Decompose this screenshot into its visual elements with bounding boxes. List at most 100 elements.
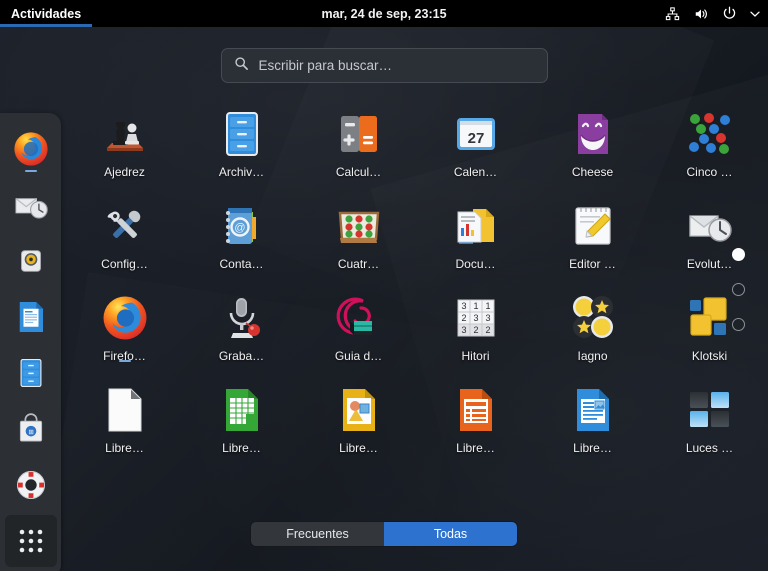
app-item[interactable]: Graba… [192,292,292,384]
clock-button[interactable]: mar, 24 de sep, 23:15 [0,7,768,21]
app-label: Docu… [455,257,496,271]
lights-off-icon [686,386,734,434]
calendar-day: 27 [467,130,484,147]
dock-item-software[interactable]: ⊞ [5,403,57,455]
app-label: Cinco … [686,165,733,179]
app-item[interactable]: Libre… [309,384,409,476]
hitori-cell: 3 [473,313,478,323]
tab-frequent[interactable]: Frecuentes [251,522,384,546]
dock-item-evolution[interactable] [5,179,57,231]
tab-all-label: Todas [433,527,468,541]
app-item[interactable]: Config… [75,200,175,292]
app-item[interactable]: Libre… [426,384,526,476]
running-indicator [118,360,131,362]
hitori-cell: 1 [473,301,478,311]
app-item[interactable]: @ Conta… [192,200,292,292]
app-item[interactable]: Luces … [660,384,760,476]
app-item[interactable]: Ajedrez [75,108,175,200]
app-item[interactable]: Libre… [543,384,643,476]
page-indicator-2[interactable] [731,283,745,296]
app-label: Calen… [453,165,498,179]
four-in-a-row-icon [335,202,383,250]
documents-icon [452,202,500,250]
libreoffice-writer-icon [569,386,617,434]
firefox-icon [101,294,149,362]
app-label: Libre… [105,441,144,455]
sound-recorder-icon [218,294,266,342]
power-icon[interactable] [722,6,737,21]
search-area: Escribir para buscar… [0,48,768,83]
debian-guide-icon [335,294,383,342]
page-indicator-3[interactable] [731,318,745,331]
search-input[interactable]: Escribir para buscar… [220,48,548,83]
calendar-icon: 27 [452,110,500,158]
app-label: Libre… [222,441,261,455]
app-item[interactable]: Archiv… [192,108,292,200]
app-label: Libre… [456,441,495,455]
app-label: Archiv… [218,165,265,179]
volume-icon[interactable] [693,7,709,21]
search-placeholder: Escribir para buscar… [258,58,393,73]
app-label: Libre… [339,441,378,455]
app-label: Klotski [691,349,728,363]
app-item[interactable]: Calcul… [309,108,409,200]
app-label: Ajedrez [104,165,145,179]
clock-label: mar, 24 de sep, 23:15 [321,6,447,21]
hitori-cell: 1 [485,301,490,311]
app-label: Luces … [685,441,734,455]
chevron-down-icon[interactable] [750,10,760,18]
text-editor-icon [569,202,617,250]
settings-tools-icon [101,202,149,250]
five-or-more-icon [686,110,734,158]
tab-frequent-label: Frecuentes [286,527,349,541]
page-indicator-1[interactable] [731,248,745,261]
app-item[interactable]: Libre… [75,384,175,476]
dash-dock: ⊞ [0,113,61,571]
app-item[interactable]: Cinco … [660,108,760,200]
evolution-icon [686,202,734,250]
libreoffice-start-icon [101,386,149,434]
calculator-icon [335,110,383,158]
app-item[interactable]: Iagno [543,292,643,384]
app-label: Conta… [219,257,264,271]
dock-item-help[interactable] [5,459,57,511]
app-grid: Ajedrez Archiv… Calcul… 27 Calen… Cheese… [66,108,768,476]
hitori-cell: 3 [461,301,466,311]
dock-item-rhythmbox[interactable] [5,235,57,287]
hitori-cell: 3 [461,325,466,335]
app-item[interactable]: Editor … [543,200,643,292]
libreoffice-impress-icon [452,386,500,434]
view-selector-group: Frecuentes Todas [250,521,518,547]
running-indicator [24,170,37,172]
app-label: Cheese [571,165,614,179]
system-status-area[interactable] [665,6,760,21]
dock-item-libreoffice-writer[interactable] [5,291,57,343]
app-label: Config… [101,257,148,271]
cheese-webcam-icon [569,110,617,158]
hitori-icon: 3 1 1 2 3 3 3 2 2 [452,294,500,342]
app-item[interactable]: Cheese [543,108,643,200]
app-label: Editor … [569,257,616,271]
app-item[interactable]: Docu… [426,200,526,292]
app-item[interactable]: Cuatr… [309,200,409,292]
top-bar: Actividades mar, 24 de sep, 23:15 [0,0,768,27]
app-label: Calcul… [335,165,382,179]
network-icon[interactable] [665,6,680,21]
hitori-cell: 2 [485,325,490,335]
app-item[interactable]: Firefo… [75,292,175,384]
view-selector: Frecuentes Todas [0,521,768,547]
dock-item-show-applications[interactable] [4,515,57,567]
app-item[interactable]: 27 Calen… [426,108,526,200]
dock-item-files[interactable] [5,347,57,399]
tab-all[interactable]: Todas [384,522,517,546]
app-item[interactable]: Guia d… [309,292,409,384]
app-item[interactable]: Libre… [192,384,292,476]
page-indicators [726,248,750,331]
chess-icon [101,110,149,158]
contacts-icon: @ [218,202,266,250]
hitori-cell: 2 [461,313,466,323]
iagno-icon [569,294,617,342]
dock-item-firefox[interactable] [5,123,57,175]
app-item[interactable]: 3 1 1 2 3 3 3 2 2 Hitori [426,292,526,384]
app-label: Hitori [461,349,490,363]
